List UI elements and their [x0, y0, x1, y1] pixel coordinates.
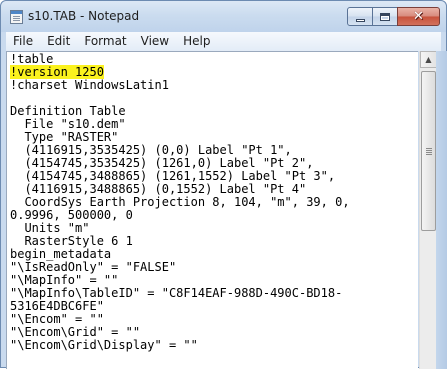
- editor-content[interactable]: !table !version 1250 !charset WindowsLat…: [10, 53, 418, 352]
- notepad-window: s10.TAB - Notepad ✕ File Edit Format Vie…: [0, 0, 447, 369]
- window-title: s10.TAB - Notepad: [28, 9, 140, 23]
- notepad-app-icon[interactable]: [10, 10, 23, 24]
- menu-help[interactable]: Help: [176, 32, 217, 51]
- grip-icon: [426, 148, 432, 149]
- editor-line: "\Encom\Grid\Display" = "": [10, 338, 198, 352]
- menu-bar: File Edit Format View Help: [6, 32, 441, 51]
- chevron-up-icon: ▲: [425, 55, 432, 64]
- scrollbar-thumb[interactable]: [421, 71, 436, 231]
- maximize-button[interactable]: [372, 7, 398, 26]
- menu-file[interactable]: File: [6, 32, 40, 51]
- highlighted-text: !version 1250: [10, 65, 104, 79]
- caption-buttons: ✕: [347, 7, 440, 26]
- scroll-up-button[interactable]: ▲: [420, 51, 437, 68]
- minimize-icon: [355, 18, 365, 22]
- menu-view[interactable]: View: [134, 32, 176, 51]
- editor-line: !charset WindowsLatin1: [10, 78, 169, 92]
- maximize-icon: [380, 12, 390, 21]
- close-icon: ✕: [413, 9, 424, 24]
- title-bar[interactable]: s10.TAB - Notepad ✕: [1, 1, 446, 32]
- menu-format[interactable]: Format: [77, 32, 133, 51]
- close-button[interactable]: ✕: [397, 7, 440, 26]
- vertical-scrollbar[interactable]: ▲: [419, 51, 437, 369]
- minimize-button[interactable]: [347, 7, 373, 26]
- text-editor[interactable]: !table !version 1250 !charset WindowsLat…: [6, 51, 418, 369]
- menu-edit[interactable]: Edit: [40, 32, 77, 51]
- window-frame-right: [436, 51, 447, 369]
